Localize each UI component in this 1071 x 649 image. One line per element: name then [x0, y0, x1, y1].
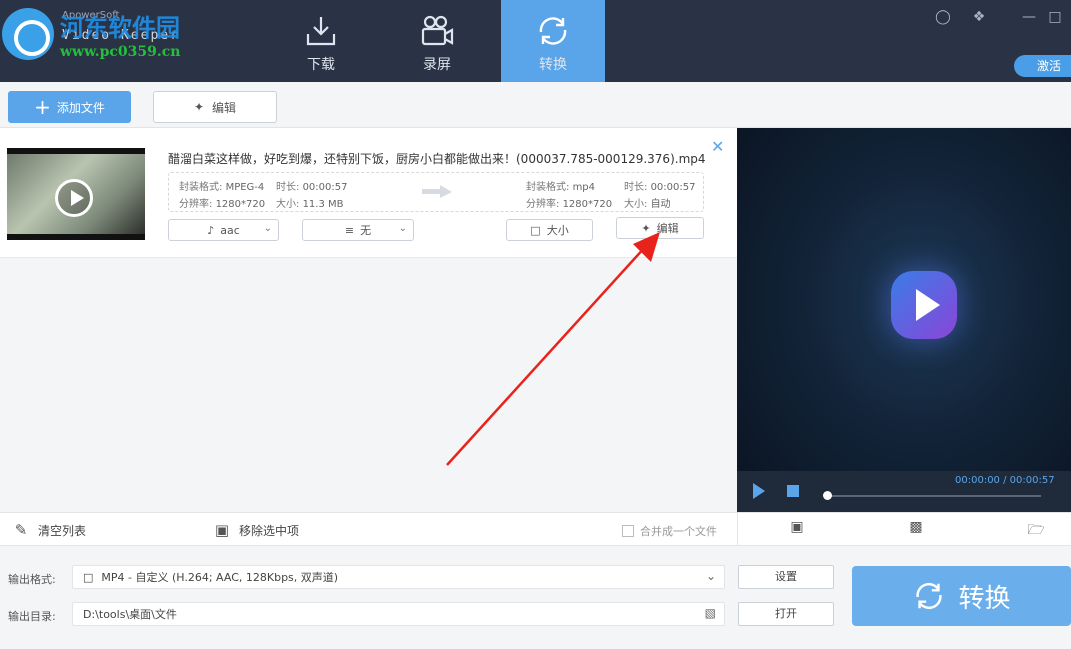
magic-wand-icon: ✦ [193, 100, 205, 114]
target-duration: 时长: 00:00:57 [624, 182, 696, 193]
app-logo: ApowerSoft Video Keeper 河东软件园 www.pc0359… [0, 0, 260, 82]
activate-button[interactable]: 激活 [1014, 55, 1071, 77]
tab-download-label: 下载 [307, 57, 335, 73]
source-duration: 时长: 00:00:57 [276, 182, 348, 193]
target-resolution: 分辨率: 1280*720 [526, 199, 613, 210]
speaker-icon: ♪ [207, 223, 215, 237]
play-icon[interactable] [55, 179, 93, 217]
play-icon[interactable] [753, 483, 765, 499]
settings-button[interactable]: 设置 [738, 565, 834, 589]
main-toolbar: + 添加文件 ✦ 编辑 [0, 82, 1071, 128]
source-size: 大小: 11.3 MB [276, 199, 344, 210]
screenshot-icon[interactable]: ▣ [786, 519, 808, 539]
chevron-down-icon: ⌄ [263, 223, 272, 234]
playback-time: 00:00:00 / 00:00:57 [955, 475, 1055, 486]
maximize-icon[interactable]: □ [1046, 8, 1064, 26]
edit-label: 编辑 [212, 100, 237, 115]
list-actions-bar: ✎ 清空列表 ▣ 移除选中项 合并成一个文件 ▣ ▩ 🗁 [0, 512, 1071, 547]
stop-icon[interactable] [787, 485, 799, 497]
tab-record-label: 录屏 [423, 57, 451, 73]
file-icon: □ [530, 223, 541, 237]
player-logo-icon [891, 271, 957, 339]
chevron-down-icon: ⌄ [398, 223, 407, 234]
clear-list-button[interactable]: ✎ 清空列表 [12, 521, 86, 539]
tab-convert[interactable]: 转换 [501, 0, 605, 82]
convert-button[interactable]: 转换 [852, 566, 1071, 626]
tab-record[interactable]: 录屏 [385, 0, 489, 82]
trash-icon: ▣ [214, 521, 230, 539]
folder-icon[interactable]: ▧ [705, 606, 716, 620]
download-icon [306, 17, 336, 46]
video-preview: 00:00:00 / 00:00:57 [737, 128, 1071, 512]
divider [737, 513, 738, 547]
file-info-box: 封装格式: MPEG-4 时长: 00:00:57 分辨率: 1280*720 … [168, 172, 704, 212]
add-file-button[interactable]: + 添加文件 [8, 91, 131, 123]
target-size: 大小: 自动 [624, 199, 671, 210]
broom-icon: ✎ [14, 521, 28, 539]
close-icon[interactable]: ✕ [711, 137, 724, 156]
folder-icon[interactable]: 🗁 [1025, 519, 1047, 539]
size-button[interactable]: □ 大小 [506, 219, 593, 241]
skin-icon[interactable]: ❖ [970, 8, 988, 26]
logo-icon [2, 8, 54, 60]
user-icon[interactable]: ◯ [934, 8, 952, 26]
output-format-label: 输出格式: [8, 573, 56, 586]
title-bar: ApowerSoft Video Keeper 河东软件园 www.pc0359… [0, 0, 1071, 82]
convert-icon [916, 582, 943, 610]
item-edit-button[interactable]: ✦ 编辑 [616, 217, 704, 239]
chevron-down-icon: ⌄ [705, 569, 716, 583]
watermark-url: www.pc0359.cn [60, 44, 181, 60]
open-button[interactable]: 打开 [738, 602, 834, 626]
arrow-right-icon [422, 185, 452, 198]
video-thumbnail[interactable] [7, 148, 145, 240]
player-controls: 00:00:00 / 00:00:57 [737, 471, 1071, 512]
tab-download[interactable]: 下载 [269, 0, 373, 82]
output-panel: 输出格式: □ MP4 - 自定义 (H.264; AAC, 128Kbps, … [0, 546, 1071, 649]
file-list: 醋溜白菜这样做，好吃到爆，还特别下饭，厨房小白都能做出来！(000037.785… [0, 128, 737, 512]
output-dir-field[interactable]: D:\tools\桌面\文件 ▧ [72, 602, 725, 626]
target-format: 封装格式: mp4 [526, 182, 596, 193]
seek-handle[interactable] [823, 491, 832, 500]
output-dir-label: 输出目录: [8, 610, 56, 623]
source-format: 封装格式: MPEG-4 [179, 182, 265, 193]
tab-convert-label: 转换 [539, 57, 567, 73]
magic-wand-icon: ✦ [641, 221, 651, 235]
edit-button[interactable]: ✦ 编辑 [153, 91, 277, 123]
add-file-label: 添加文件 [56, 100, 105, 115]
subtitle-icon: ≡ [344, 223, 355, 237]
output-format-select[interactable]: □ MP4 - 自定义 (H.264; AAC, 128Kbps, 双声道) ⌄ [72, 565, 725, 589]
file-name: 醋溜白菜这样做，好吃到爆，还特别下饭，厨房小白都能做出来！(000037.785… [168, 152, 706, 166]
plus-icon: + [34, 95, 51, 119]
seek-bar[interactable] [825, 495, 1041, 497]
merge-checkbox[interactable]: 合并成一个文件 [622, 523, 717, 539]
image-icon[interactable]: ▩ [905, 519, 927, 539]
video-camera-icon [421, 15, 454, 46]
source-resolution: 分辨率: 1280*720 [179, 199, 266, 210]
subtitle-select[interactable]: ≡ 无 ⌄ [302, 219, 414, 241]
remove-selected-button[interactable]: ▣ 移除选中项 [213, 521, 299, 539]
convert-icon [539, 17, 567, 45]
file-icon: □ [83, 570, 94, 584]
checkbox[interactable] [622, 525, 634, 537]
list-item[interactable]: 醋溜白菜这样做，好吃到爆，还特别下饭，厨房小白都能做出来！(000037.785… [0, 128, 737, 258]
convert-button-label: 转换 [958, 583, 1011, 614]
audio-track-select[interactable]: ♪ aac ⌄ [168, 219, 279, 241]
minimize-icon[interactable]: — [1020, 8, 1038, 26]
watermark-text: 河东软件园 [60, 13, 180, 42]
